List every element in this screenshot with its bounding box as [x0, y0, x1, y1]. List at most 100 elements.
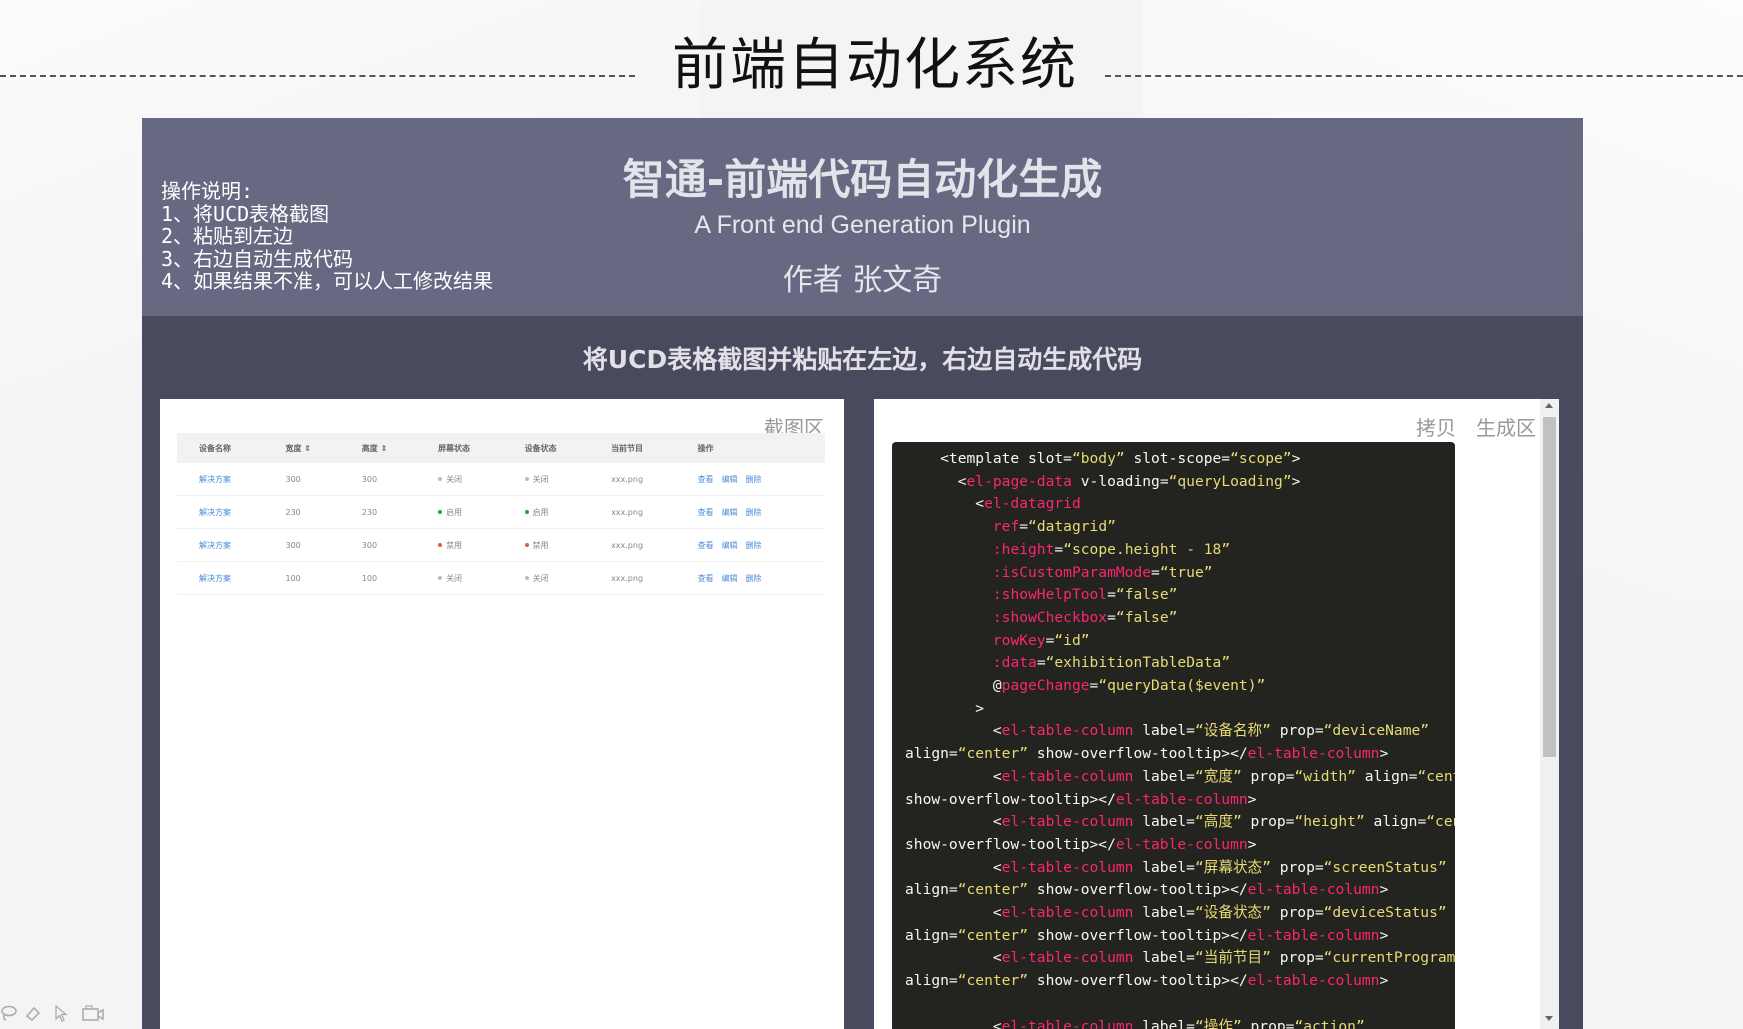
code-token: “datagrid” — [1028, 518, 1116, 536]
status-cell: 关闭 — [502, 463, 590, 496]
code-line: <template slot=“body” slot-scope=“scope”… — [905, 448, 1455, 471]
code-token: v-loading= — [1071, 472, 1169, 490]
code-token: align= — [905, 745, 958, 763]
code-line: @pageChange=“queryData($event)” — [905, 675, 1455, 698]
action-link: 删除 — [745, 573, 762, 583]
code-token: “scope.height - 18” — [1063, 540, 1231, 558]
status-cell: 禁用 — [416, 528, 503, 562]
scrollbar[interactable] — [1540, 399, 1559, 1029]
code-token: “center” — [957, 972, 1029, 990]
scroll-up-arrow-icon[interactable] — [1545, 403, 1553, 408]
action-link: 编辑 — [721, 540, 738, 550]
code-line: ref=“datagrid” — [905, 516, 1455, 539]
status-label: 禁用 — [446, 540, 463, 550]
code-token: “宽度” — [1194, 767, 1242, 785]
app-header: 操作说明: 1、将UCD表格截图 2、粘贴到左边 3、右边自动生成代码 4、如果结果不准… — [142, 118, 1583, 316]
table-cell: 300 — [339, 463, 417, 496]
code-line: <el-table-column label=“屏幕状态” prop=“scre… — [905, 857, 1455, 880]
code-token: :showCheckbox — [992, 608, 1108, 626]
table-header-cell: 设备名称 — [177, 433, 264, 463]
slide-title: 前端自动化系统 — [672, 33, 1078, 98]
copy-button[interactable]: 拷贝 — [1416, 412, 1456, 441]
action-link: 查看 — [697, 507, 714, 517]
table-cell: 解决方案 — [177, 528, 264, 562]
status-label: 启用 — [532, 507, 549, 517]
instruction-banner: 将UCD表格截图并粘贴在左边，右边自动生成代码 — [582, 345, 1143, 374]
table-cell: xxx.png — [589, 528, 676, 562]
code-token: “操作” — [1194, 1017, 1242, 1029]
code-editor[interactable]: <template slot=“body” slot-scope=“scope”… — [892, 442, 1455, 1029]
status-dot-icon — [438, 477, 443, 481]
status-dot-icon — [524, 510, 529, 514]
code-token: “id” — [1054, 631, 1090, 649]
code-token: “width” — [1294, 767, 1356, 785]
table-header-cell: 宽度 ⇕ — [263, 433, 340, 463]
status-dot-icon — [438, 543, 443, 547]
code-token: “queryLoading” — [1168, 472, 1292, 490]
code-line: rowKey=“id” — [905, 630, 1455, 653]
code-line — [905, 993, 1455, 1016]
actions-cell: 查看 编辑 删除 — [675, 495, 825, 529]
code-token: align= — [905, 881, 958, 899]
eraser-icon[interactable] — [24, 1004, 42, 1022]
code-token: “scope” — [1230, 450, 1292, 467]
code-token: el-table-column — [1001, 722, 1134, 740]
code-token: = — [1089, 677, 1099, 695]
code-token: prop= — [1270, 858, 1324, 876]
code-token: el-table-column — [1247, 926, 1380, 944]
code-line: :isCustomParamMode=“true” — [905, 562, 1455, 585]
code-token: “queryData($event)” — [1098, 677, 1266, 695]
code-token: “center” — [1417, 767, 1455, 785]
code-line: align=“center” show-overflow-tooltip></e… — [905, 970, 1455, 993]
action-link: 删除 — [745, 507, 762, 517]
action-link: 查看 — [697, 540, 714, 550]
code-token: > — [1291, 472, 1301, 490]
screenshot-paste-area[interactable]: 截图区 设备名称 宽度 ⇕ 高度 ⇕ 屏幕状态 设备状态 当前节目 操作 解决方案 300 30… — [160, 399, 844, 1029]
lasso-icon[interactable] — [0, 1004, 18, 1022]
code-line: show-overflow-tooltip></el-table-column> — [905, 789, 1455, 812]
code-token: “true” — [1159, 563, 1213, 581]
status-dot-icon — [438, 510, 443, 514]
code-token: < — [905, 1017, 1002, 1029]
code-token: > — [1379, 972, 1389, 990]
table-cell: 解决方案 — [177, 463, 264, 496]
camera-icon[interactable] — [82, 1004, 104, 1022]
code-line: <el-table-column label=“设备名称” prop=“devi… — [905, 720, 1455, 743]
code-token: “center” — [957, 745, 1029, 763]
code-token: show-overflow-tooltip></ — [905, 835, 1116, 853]
status-cell: 启用 — [416, 495, 503, 529]
status-dot-icon — [524, 477, 529, 481]
scrollbar-thumb[interactable] — [1543, 417, 1556, 757]
code-token: “center” — [957, 926, 1029, 944]
code-token: prop= — [1270, 904, 1324, 922]
status-label: 关闭 — [532, 474, 549, 484]
actions-cell: 查看 编辑 删除 — [675, 463, 825, 496]
code-token: :height — [992, 540, 1055, 558]
status-label: 关闭 — [446, 573, 463, 583]
code-token: < — [905, 767, 1002, 785]
status-cell: 关闭 — [416, 463, 503, 496]
code-token: prop= — [1270, 949, 1324, 967]
action-link: 编辑 — [721, 507, 738, 517]
code-token: prop= — [1270, 722, 1324, 740]
code-token: slot-scope= — [1124, 450, 1231, 467]
scroll-down-arrow-icon[interactable] — [1545, 1016, 1553, 1021]
status-label: 禁用 — [532, 540, 549, 550]
code-token: < — [905, 722, 1002, 740]
code-token: el-table-column — [1247, 881, 1380, 899]
table-cell: 100 — [339, 561, 417, 595]
dashed-divider-right — [1105, 75, 1743, 77]
table-cell: xxx.png — [589, 463, 676, 496]
actions-cell: 查看 编辑 删除 — [675, 528, 825, 562]
status-cell: 禁用 — [502, 528, 590, 562]
code-token: el-table-column — [1115, 790, 1248, 808]
table-header-cell: 屏幕状态 — [416, 433, 503, 463]
pointer-icon[interactable] — [52, 1004, 70, 1022]
code-token: el-table-column — [1001, 767, 1134, 785]
